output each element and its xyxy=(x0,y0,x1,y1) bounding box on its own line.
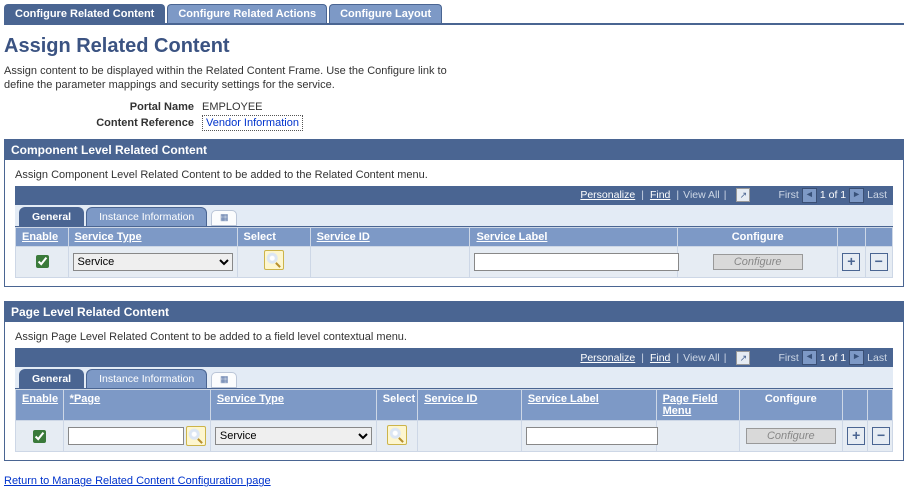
col-service-type[interactable]: Service Type xyxy=(210,390,376,421)
toolbar-separator: | xyxy=(724,189,727,201)
configure-button: Configure xyxy=(713,254,803,270)
component-grid: Enable Service Type Select Service ID Se… xyxy=(15,227,893,278)
component-level-header: Component Level Related Content xyxy=(5,140,903,160)
page-field-menu-cell xyxy=(656,421,739,452)
col-add xyxy=(843,390,868,421)
view-all: View All xyxy=(683,189,720,201)
component-grid-toolbar: Personalize | Find | View All | ↗ First … xyxy=(15,186,893,205)
enable-checkbox[interactable] xyxy=(33,430,46,443)
col-configure: Configure xyxy=(678,227,838,246)
col-service-label[interactable]: Service Label xyxy=(521,390,656,421)
page-level-instruct: Assign Page Level Related Content to be … xyxy=(15,330,615,344)
personalize-link[interactable]: Personalize xyxy=(580,189,635,201)
col-page-field-menu[interactable]: Page Field Menu xyxy=(656,390,739,421)
page-title: Assign Related Content xyxy=(4,35,904,58)
last-label: Last xyxy=(867,352,887,364)
add-row-icon[interactable]: + xyxy=(847,427,865,445)
page-grid-tabs: General Instance Information ▦ xyxy=(15,367,893,389)
service-type-select[interactable]: Service xyxy=(215,427,372,445)
zoom-icon[interactable]: ↗ xyxy=(736,188,750,202)
table-row: Service Configure + − xyxy=(16,246,893,277)
col-delete xyxy=(868,390,893,421)
delete-row-icon[interactable]: − xyxy=(872,427,890,445)
toolbar-separator: | xyxy=(641,352,644,364)
col-service-label[interactable]: Service Label xyxy=(470,227,678,246)
content-reference-link[interactable]: Vendor Information xyxy=(202,115,303,131)
toolbar-separator: | xyxy=(676,189,679,201)
col-delete xyxy=(865,227,892,246)
col-page[interactable]: *Page xyxy=(63,390,210,421)
service-type-select[interactable]: Service xyxy=(73,253,233,271)
grid-tab-general[interactable]: General xyxy=(19,207,84,226)
col-configure: Configure xyxy=(739,390,843,421)
tab-configure-related-actions[interactable]: Configure Related Actions xyxy=(167,4,327,23)
service-id-cell xyxy=(418,421,522,452)
find-link[interactable]: Find xyxy=(650,352,670,364)
grid-show-all-icon[interactable]: ▦ xyxy=(211,372,237,388)
service-label-input[interactable] xyxy=(474,253,679,271)
paging-text: 1 of 1 xyxy=(820,189,846,201)
next-page-icon[interactable]: ► xyxy=(849,350,864,365)
next-page-icon[interactable]: ► xyxy=(849,188,864,203)
lookup-icon[interactable] xyxy=(186,426,206,446)
portal-name-label: Portal Name xyxy=(4,101,202,113)
view-all: View All xyxy=(683,352,720,364)
col-service-type[interactable]: Service Type xyxy=(68,227,237,246)
grid-tab-instance-information[interactable]: Instance Information xyxy=(86,369,207,388)
col-enable[interactable]: Enable xyxy=(16,390,64,421)
service-label-input[interactable] xyxy=(526,427,658,445)
page-instructions: Assign content to be displayed within th… xyxy=(4,64,474,93)
first-label: First xyxy=(778,189,798,201)
col-add xyxy=(838,227,865,246)
table-row: Service Configure + − xyxy=(16,421,893,452)
toolbar-separator: | xyxy=(641,189,644,201)
page-grid-toolbar: Personalize | Find | View All | ↗ First … xyxy=(15,348,893,367)
prev-page-icon[interactable]: ◄ xyxy=(802,188,817,203)
page-level-section: Page Level Related Content Assign Page L… xyxy=(4,301,904,461)
grid-tab-general[interactable]: General xyxy=(19,369,84,388)
component-level-instruct: Assign Component Level Related Content t… xyxy=(15,168,465,182)
portal-name-value: EMPLOYEE xyxy=(202,101,263,113)
toolbar-separator: | xyxy=(724,352,727,364)
first-label: First xyxy=(778,352,798,364)
tab-configure-related-content[interactable]: Configure Related Content xyxy=(4,4,165,23)
col-service-id[interactable]: Service ID xyxy=(418,390,522,421)
page-input[interactable] xyxy=(68,427,184,445)
col-select: Select xyxy=(237,227,310,246)
page-grid: Enable *Page Service Type Select Service… xyxy=(15,389,893,452)
zoom-icon[interactable]: ↗ xyxy=(736,351,750,365)
find-link[interactable]: Find xyxy=(650,189,670,201)
content-reference-label: Content Reference xyxy=(4,117,202,129)
page-tabs: Configure Related Content Configure Rela… xyxy=(4,4,904,25)
toolbar-separator: | xyxy=(676,352,679,364)
col-service-id[interactable]: Service ID xyxy=(310,227,470,246)
service-id-cell xyxy=(310,246,470,277)
prev-page-icon[interactable]: ◄ xyxy=(802,350,817,365)
col-enable[interactable]: Enable xyxy=(16,227,69,246)
delete-row-icon[interactable]: − xyxy=(870,253,888,271)
grid-tab-instance-information[interactable]: Instance Information xyxy=(86,207,207,226)
component-grid-tabs: General Instance Information ▦ xyxy=(15,205,893,227)
last-label: Last xyxy=(867,189,887,201)
col-select: Select xyxy=(376,390,417,421)
return-link[interactable]: Return to Manage Related Content Configu… xyxy=(4,475,271,487)
lookup-icon[interactable] xyxy=(264,250,284,270)
page-level-header: Page Level Related Content xyxy=(5,302,903,322)
enable-checkbox[interactable] xyxy=(36,255,49,268)
add-row-icon[interactable]: + xyxy=(842,253,860,271)
grid-show-all-icon[interactable]: ▦ xyxy=(211,210,237,226)
personalize-link[interactable]: Personalize xyxy=(580,352,635,364)
configure-button: Configure xyxy=(746,428,836,444)
component-level-section: Component Level Related Content Assign C… xyxy=(4,139,904,287)
tab-configure-layout[interactable]: Configure Layout xyxy=(329,4,442,23)
paging-text: 1 of 1 xyxy=(820,352,846,364)
lookup-icon[interactable] xyxy=(387,425,407,445)
